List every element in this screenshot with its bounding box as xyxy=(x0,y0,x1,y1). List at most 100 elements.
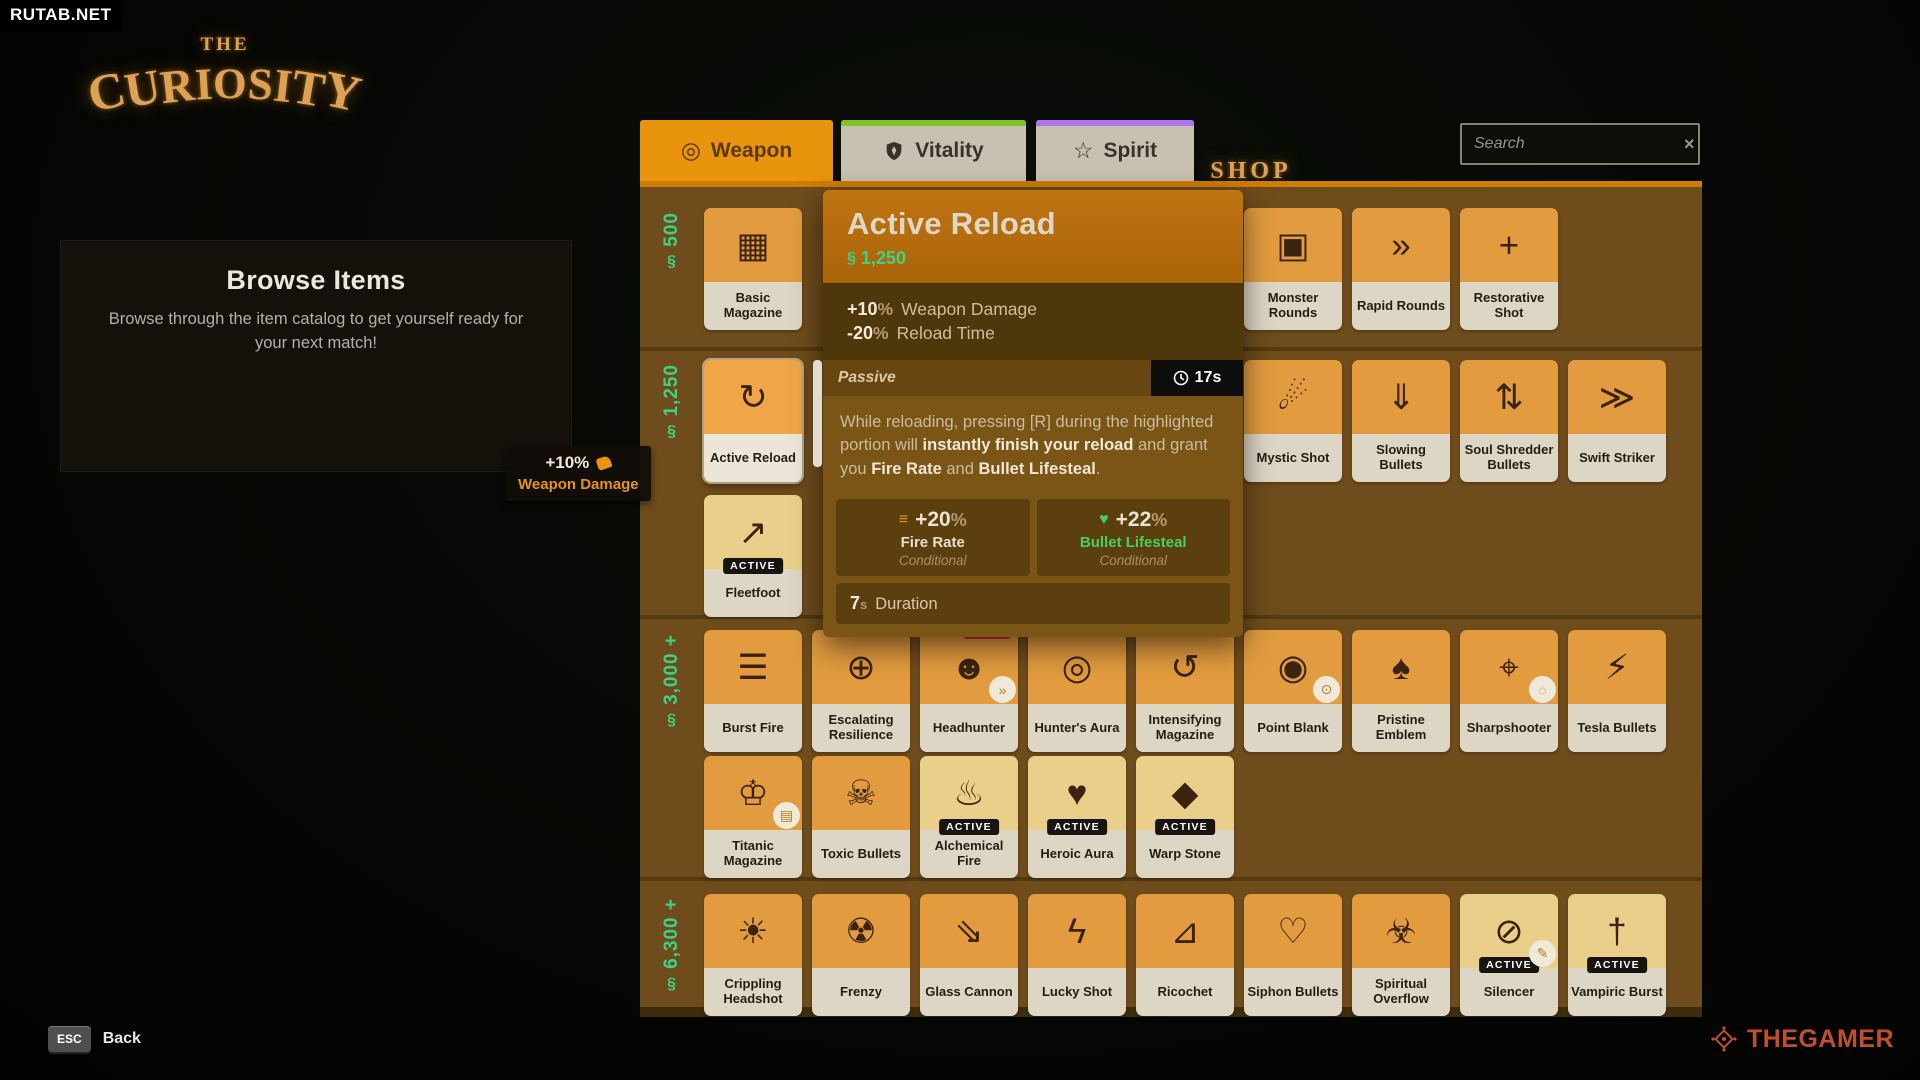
search-clear-icon[interactable]: × xyxy=(1684,134,1695,155)
item-icon-area: ☰ xyxy=(704,630,802,704)
tab-vitality[interactable]: Vitality xyxy=(841,120,1026,181)
spiritual-overflow-icon: ☣ xyxy=(1385,914,1416,949)
tab-spirit-label: Spirit xyxy=(1103,139,1157,163)
souls-icon: § xyxy=(663,969,680,992)
item-card-restorative-shot[interactable]: + Restorative Shot xyxy=(1460,208,1558,330)
item-card-frenzy[interactable]: ☢Frenzy xyxy=(812,894,910,1016)
item-card-fleetfoot[interactable]: ↗ACTIVEFleetfoot xyxy=(704,495,802,617)
warp-stone-icon: ◆ xyxy=(1172,776,1199,811)
item-card-spiritual-overflow[interactable]: ☣ Spiritual Overflow xyxy=(1352,894,1450,1016)
esc-key-badge[interactable]: ESC xyxy=(48,1026,91,1052)
item-card-mystic-shot[interactable]: ☄Mystic Shot xyxy=(1244,360,1342,482)
conditional-label: Bullet Lifesteal xyxy=(1043,534,1225,551)
tier-price-label: § 3,000 + xyxy=(640,630,704,877)
item-name-label: Heroic Aura xyxy=(1028,830,1126,878)
tab-weapon-label: Weapon xyxy=(711,139,792,163)
curiosity-shop-screen: RUTAB.NET THE CURIOSITY SHOP Browse Item… xyxy=(0,0,1920,1080)
vitality-shield-icon xyxy=(883,140,905,162)
restorative-shot-icon: + xyxy=(1499,228,1519,263)
search-input[interactable] xyxy=(1472,134,1684,154)
item-card-pristine-emblem[interactable]: ♠Pristine Emblem xyxy=(1352,630,1450,752)
item-icon-area: ↺ xyxy=(1136,630,1234,704)
souls-icon: § xyxy=(663,417,680,440)
item-icon-area: ♡ xyxy=(1244,894,1342,968)
stat-value: -20 xyxy=(847,323,873,343)
item-card-swift-striker[interactable]: ≫Swift Striker xyxy=(1568,360,1666,482)
item-card-crippling-headshot[interactable]: ☀Crippling Headshot xyxy=(704,894,802,1016)
pristine-emblem-icon: ♠ xyxy=(1392,650,1411,685)
rapid-rounds-icon: » xyxy=(1391,228,1410,263)
item-card-hunter-s-aura[interactable]: ◎Hunter's Aura xyxy=(1028,630,1126,752)
intensifying-magazine-icon: ↺ xyxy=(1170,650,1199,685)
item-card-monster-rounds[interactable]: ▣Monster Rounds xyxy=(1244,208,1342,330)
item-row: ♔▤Titanic Magazine☠Toxic Bullets♨ACTIVEA… xyxy=(704,756,1666,878)
item-card-slowing-bullets[interactable]: ⇓Slowing Bullets xyxy=(1352,360,1450,482)
tooltip-description: While reloading, pressing [R] during the… xyxy=(823,396,1243,489)
item-card-tesla-bullets[interactable]: ⚡Tesla Bullets xyxy=(1568,630,1666,752)
tooltip-header: Active Reload § 1,250 xyxy=(823,190,1243,283)
item-card-headhunter[interactable]: ☻»Headhunter xyxy=(920,630,1018,752)
item-card-basic-magazine[interactable]: ▦Basic Magazine xyxy=(704,208,802,330)
item-card-glass-cannon[interactable]: ⇘Glass Cannon xyxy=(920,894,1018,1016)
item-name-label: Spiritual Overflow xyxy=(1352,968,1450,1016)
conditional-note: Conditional xyxy=(842,553,1024,568)
item-card-vampiric-burst[interactable]: †ACTIVEVampiric Burst xyxy=(1568,894,1666,1016)
silencer-sub-icon: ✎ xyxy=(1529,940,1556,967)
frenzy-icon: ☢ xyxy=(845,914,876,949)
thegamer-diamond-icon xyxy=(1709,1024,1739,1054)
magnifier-sub-icon: ⊙ xyxy=(1313,676,1340,703)
conditional-label: Fire Rate xyxy=(842,534,1024,551)
item-name-label: Restorative Shot xyxy=(1460,282,1558,330)
cooldown-badge: 17s xyxy=(1151,360,1243,396)
logo-the: THE xyxy=(80,34,370,56)
category-tabs: ◎ Weapon Vitality ☆ Spirit × xyxy=(640,120,1702,181)
item-card-soul-shredder-bullets[interactable]: ⇅Soul Shredder Bullets xyxy=(1460,360,1558,482)
item-card-lucky-shot[interactable]: ϟLucky Shot xyxy=(1028,894,1126,1016)
item-card-warp-stone[interactable]: ◆ACTIVEWarp Stone xyxy=(1136,756,1234,878)
item-card-active-reload[interactable]: ↻Active Reload xyxy=(704,360,802,482)
sharpshooter-icon: ⌖ xyxy=(1499,650,1519,685)
item-card-silencer[interactable]: ⊘ACTIVE✎Silencer xyxy=(1460,894,1558,1016)
tab-spirit[interactable]: ☆ Spirit xyxy=(1036,120,1194,181)
item-name-label: Slowing Bullets xyxy=(1352,434,1450,482)
item-card-sharpshooter[interactable]: ⌖◌Sharpshooter xyxy=(1460,630,1558,752)
item-name-label: Burst Fire xyxy=(704,704,802,752)
souls-icon: § xyxy=(663,247,680,270)
item-icon-area: » xyxy=(1352,208,1450,282)
bullet-sub-icon: » xyxy=(989,676,1016,703)
item-card-ricochet[interactable]: ⊿Ricochet xyxy=(1136,894,1234,1016)
item-card-escalating-resilience[interactable]: ⊕ Escalating Resilience xyxy=(812,630,910,752)
souls-icon: § xyxy=(663,705,680,728)
item-card-siphon-bullets[interactable]: ♡Siphon Bullets xyxy=(1244,894,1342,1016)
point-blank-icon: ◉ xyxy=(1278,650,1309,685)
item-card-rapid-rounds[interactable]: »Rapid Rounds xyxy=(1352,208,1450,330)
item-name-label: Escalating Resilience xyxy=(812,704,910,752)
item-icon-area: ⇓ xyxy=(1352,360,1450,434)
ricochet-icon: ⊿ xyxy=(1170,914,1199,949)
item-name-label: Intensifying Magazine xyxy=(1136,704,1234,752)
duration-unit: s xyxy=(860,597,867,612)
item-card-point-blank[interactable]: ◉⊙Point Blank xyxy=(1244,630,1342,752)
conditional-stats: ≡ +20% Fire Rate Conditional ♥ +22% Bull… xyxy=(823,489,1243,576)
item-icon-area: ϟ xyxy=(1028,894,1126,968)
conditional-value: +22 xyxy=(1116,508,1152,531)
escalating-resilience-icon: ⊕ xyxy=(846,650,875,685)
scrollbar-thumb[interactable] xyxy=(813,360,822,467)
item-icon-area: ☣ xyxy=(1352,894,1450,968)
item-name-label: Basic Magazine xyxy=(704,282,802,330)
item-name-label: Swift Striker xyxy=(1568,434,1666,482)
headhunter-icon: ☻ xyxy=(951,650,988,685)
item-card-alchemical-fire[interactable]: ♨ACTIVEAlchemical Fire xyxy=(920,756,1018,878)
item-card-intensifying-magazine[interactable]: ↺ Intensifying Magazine xyxy=(1136,630,1234,752)
item-card-titanic-magazine[interactable]: ♔▤Titanic Magazine xyxy=(704,756,802,878)
browse-items-title: Browse Items xyxy=(226,265,405,296)
item-name-label: Alchemical Fire xyxy=(920,830,1018,878)
item-icon-area: ⚡ xyxy=(1568,630,1666,704)
item-card-burst-fire[interactable]: ☰Burst Fire xyxy=(704,630,802,752)
tier-section-3-000: § 3,000 +☰Burst Fire ⊕ Escalating Resilien… xyxy=(640,615,1702,877)
back-control[interactable]: ESC Back xyxy=(48,1026,141,1052)
item-card-toxic-bullets[interactable]: ☠Toxic Bullets xyxy=(812,756,910,878)
item-card-heroic-aura[interactable]: ♥ACTIVEHeroic Aura xyxy=(1028,756,1126,878)
tab-weapon[interactable]: ◎ Weapon xyxy=(640,120,833,181)
search-box: × xyxy=(1460,123,1700,165)
